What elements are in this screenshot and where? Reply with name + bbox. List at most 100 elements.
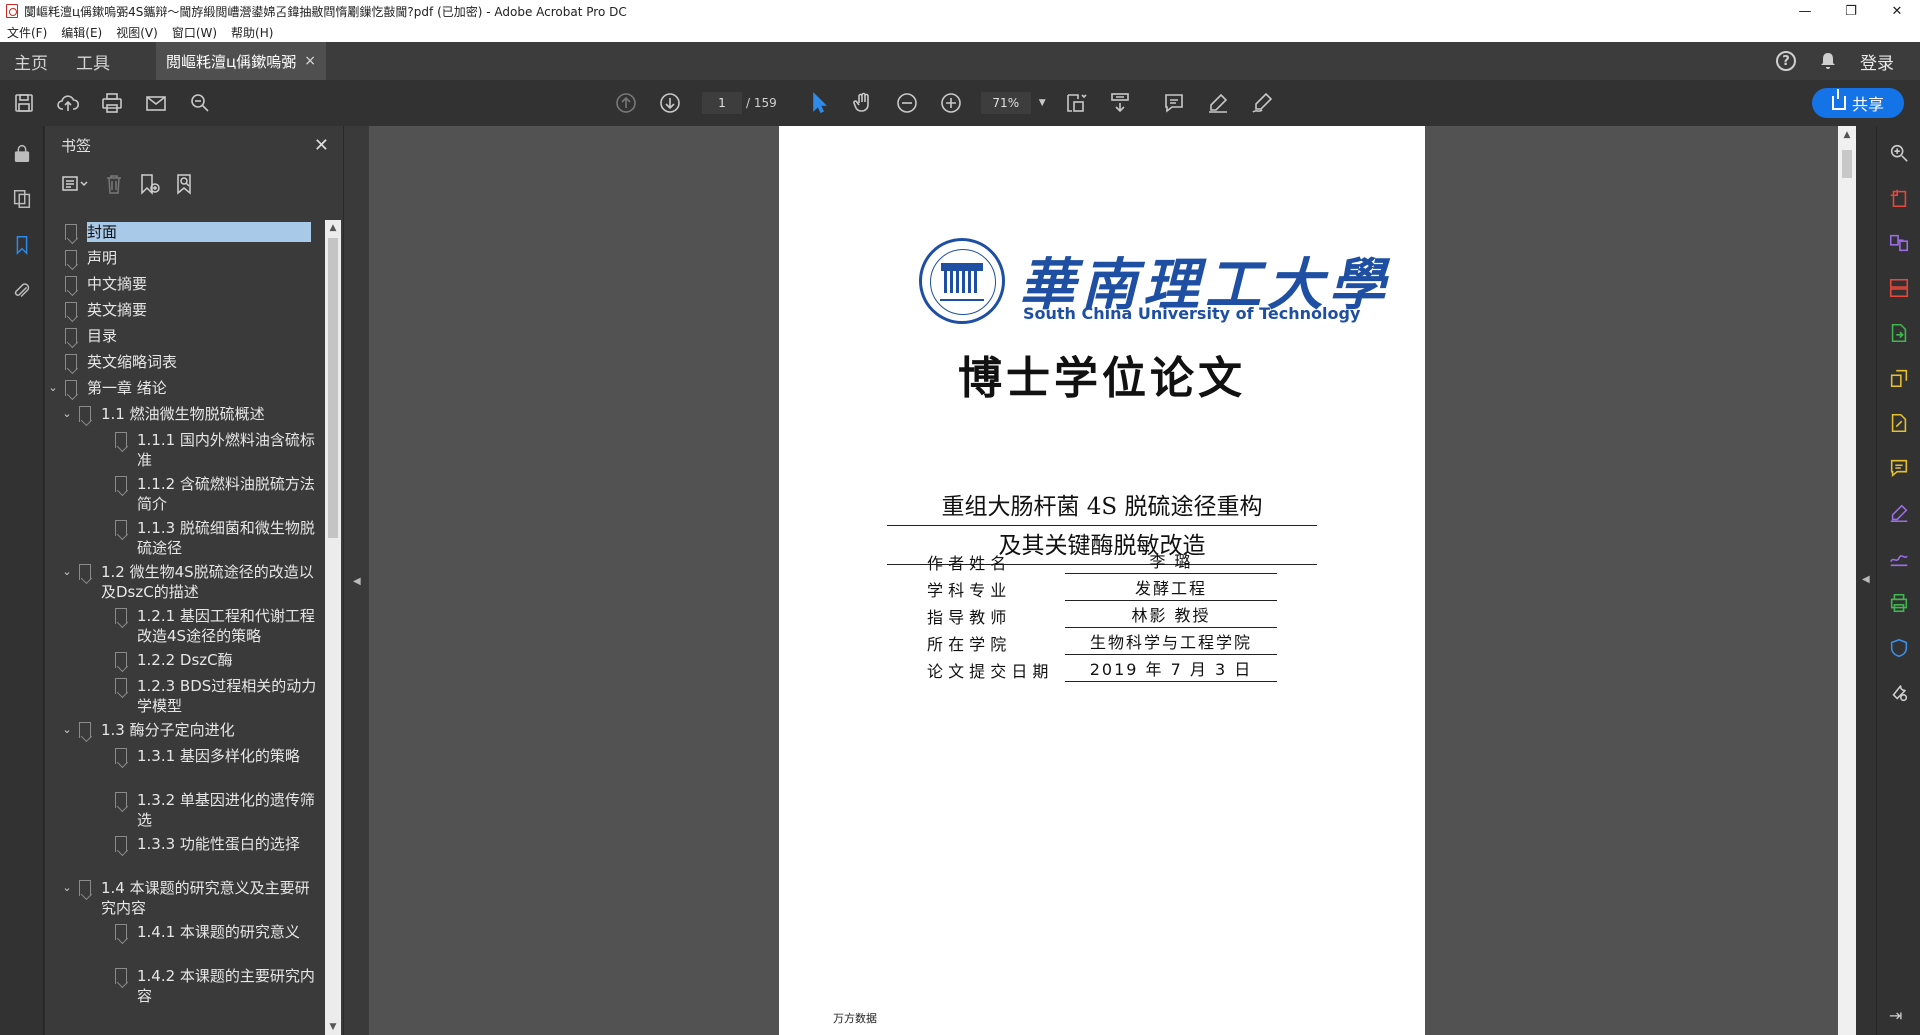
scroll-up-icon[interactable]: ▲ [325,220,341,236]
lock-icon[interactable] [0,130,44,176]
doc-scroll-up-icon[interactable]: ▲ [1838,130,1856,140]
search-icon[interactable] [178,80,222,126]
help-icon[interactable]: ? [1776,51,1796,71]
bookmark-scrollbar[interactable]: ▲ ▼ [325,220,341,1035]
more-tools-icon[interactable] [1877,670,1920,715]
panel-splitter[interactable]: ◀ [343,126,369,1035]
attachment-icon[interactable] [0,268,44,314]
enhance-scan-icon[interactable] [1877,130,1920,175]
comment-tool-icon[interactable] [1877,445,1920,490]
bookmark-item[interactable]: 1.3.2 单基因进化的遗传筛选 [45,790,325,830]
bell-icon[interactable] [1818,51,1838,71]
menu-window[interactable]: 窗口(W) [165,24,224,41]
previous-page-icon[interactable] [604,80,648,126]
collapse-chevron-icon[interactable]: ⌄ [59,404,75,424]
bookmark-item[interactable]: 1.1.1 国内外燃料油含硫标准 [45,430,325,470]
scroll-thumb[interactable] [328,238,338,538]
bookmark-item[interactable]: 声明 [45,248,325,268]
bookmark-item[interactable]: 1.3.1 基因多样化的策略 [45,746,325,766]
email-icon[interactable] [134,80,178,126]
restore-button[interactable]: ❐ [1828,0,1874,22]
scroll-down-icon[interactable]: ▼ [325,1019,341,1035]
print-icon[interactable] [90,80,134,126]
hand-tool-icon[interactable] [841,80,885,126]
comment-icon[interactable] [1152,80,1196,126]
bookmark-item[interactable]: 1.1.2 含硫燃料油脱硫方法简介 [45,474,325,514]
menu-edit[interactable]: 编辑(E) [54,24,109,41]
bookmark-item[interactable]: 1.2.1 基因工程和代谢工程改造4S途径的策略 [45,606,325,646]
bookmark-options-icon[interactable] [61,173,89,195]
pages-icon[interactable] [0,176,44,222]
collapse-chevron-icon[interactable]: ⌄ [45,378,61,398]
export-pdf-icon[interactable] [1877,310,1920,355]
document-viewport[interactable]: 華南理工大學 South China University of Technol… [369,126,1838,1035]
bookmark-item[interactable]: 1.4.1 本课题的研究意义 [45,922,325,942]
zoom-dropdown-icon[interactable]: ▼ [1039,98,1046,108]
page-number-input[interactable]: 1 [702,92,742,114]
bookmark-item[interactable]: 1.2.3 BDS过程相关的动力学模型 [45,676,325,716]
new-bookmark-icon[interactable] [139,173,161,195]
bookmark-item[interactable]: 1.2.2 DszC酶 [45,650,325,670]
bookmark-panel-icon[interactable] [0,222,44,268]
close-window-button[interactable]: ✕ [1874,0,1920,22]
bookmark-item[interactable]: 英文摘要 [45,300,325,320]
collapse-chevron-icon[interactable]: ⌄ [59,878,75,898]
print-production-icon[interactable] [1877,580,1920,625]
measure-icon[interactable] [1877,535,1920,580]
right-panel-splitter[interactable]: ◀ [1856,126,1876,1035]
expand-tools-icon[interactable]: ⇥ [1889,1006,1902,1025]
tab-close-icon[interactable]: × [304,53,316,69]
collapse-right-icon[interactable]: ◀ [1862,574,1870,585]
close-panel-icon[interactable]: ✕ [314,135,329,156]
bookmark-item[interactable]: ⌄ 1.2 微生物4S脱硫途径的改造以及DszC的描述 [45,562,325,602]
save-icon[interactable] [2,80,46,126]
menu-file[interactable]: 文件(F) [0,24,54,41]
sign-icon[interactable] [1240,80,1284,126]
select-tool-icon[interactable] [797,80,841,126]
highlight-pen-icon[interactable] [1196,80,1240,126]
menu-view[interactable]: 视图(V) [109,24,165,41]
bookmark-item[interactable]: 1.1.3 脱硫细菌和微生物脱硫途径 [45,518,325,558]
info-value: 发酵工程 [1065,575,1277,601]
bookmark-item[interactable]: 目录 [45,326,325,346]
bookmark-item[interactable]: ⌄ 1.1 燃油微生物脱硫概述 [45,404,325,424]
collapse-chevron-icon[interactable]: ⌄ [59,562,75,582]
fill-and-sign-icon[interactable] [1877,490,1920,535]
document-scrollbar[interactable]: ▲ [1838,126,1856,1035]
tab-home[interactable]: 主页 [0,42,62,80]
zoom-input[interactable]: 71% [980,92,1031,114]
bookmark-item[interactable]: 中文摘要 [45,274,325,294]
share-button[interactable]: 共享 [1812,88,1904,118]
info-value: 林影 教授 [1065,602,1277,628]
menu-help[interactable]: 帮助(H) [224,24,280,41]
tab-tools[interactable]: 工具 [62,42,124,80]
cloud-upload-icon[interactable] [46,80,90,126]
zoom-out-icon[interactable] [885,80,929,126]
bookmark-item[interactable]: 1.4.2 本课题的主要研究内容 [45,966,325,1006]
protect-icon[interactable] [1877,625,1920,670]
zoom-in-icon[interactable] [929,80,973,126]
info-label: 指 导 教 师 [927,608,1007,627]
delete-bookmark-icon[interactable] [103,173,125,195]
combine-files-icon[interactable] [1877,220,1920,265]
bookmark-item[interactable]: ⌄ 第一章 绪论 [45,378,325,398]
collapse-chevron-icon[interactable]: ⌄ [59,720,75,740]
bookmark-item[interactable]: 封面 [45,222,325,242]
create-pdf-icon[interactable] [1877,175,1920,220]
bookmark-item[interactable]: 1.3.3 功能性蛋白的选择 [45,834,325,854]
login-button[interactable]: 登录 [1860,49,1894,74]
bookmark-item[interactable]: ⌄ 1.3 酶分子定向进化 [45,720,325,740]
minimize-button[interactable]: — [1782,0,1828,22]
collapse-left-icon[interactable]: ◀ [353,576,361,587]
next-page-icon[interactable] [648,80,692,126]
fill-sign-icon[interactable] [1877,400,1920,445]
find-bookmark-icon[interactable] [175,173,197,195]
tab-document[interactable]: 閲嶇粍澶ц偁鏉嗚弻... × [156,42,326,80]
edit-pdf-icon[interactable] [1877,355,1920,400]
bookmark-item[interactable]: ⌄ 1.4 本课题的研究意义及主要研究内容 [45,878,325,918]
scroll-mode-icon[interactable] [1098,80,1142,126]
organize-pages-icon[interactable] [1877,265,1920,310]
doc-scroll-thumb[interactable] [1842,150,1852,178]
fit-page-icon[interactable] [1054,80,1098,126]
bookmark-item[interactable]: 英文缩略词表 [45,352,325,372]
